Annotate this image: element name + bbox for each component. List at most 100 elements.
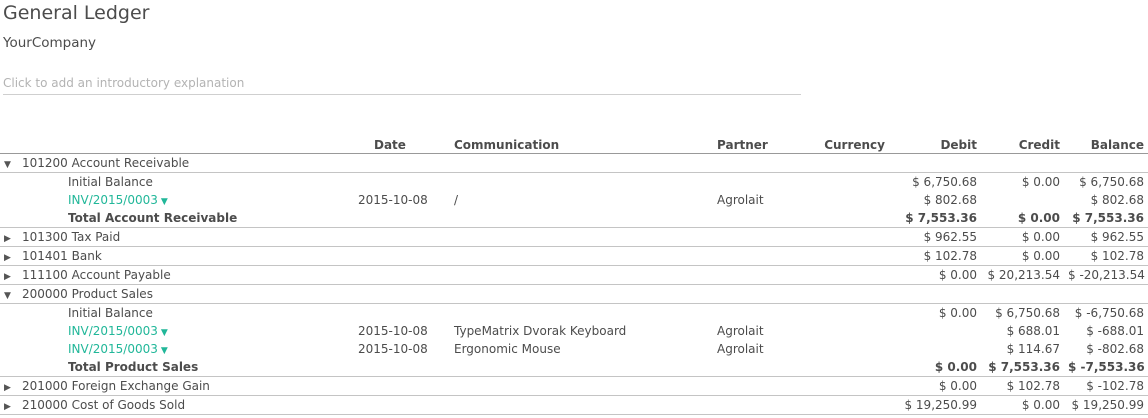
credit-cell: $ 7,553.36: [981, 358, 1064, 377]
debit-cell: $ 0.00: [938, 306, 977, 320]
account-name[interactable]: 201000 Foreign Exchange Gain: [22, 379, 210, 393]
partner-cell: Agrolait: [717, 193, 764, 207]
invoice-link[interactable]: INV/2015/0003: [68, 324, 158, 338]
caret-right-icon[interactable]: ▶: [4, 272, 22, 282]
account-name-cell[interactable]: ▼ 200000 Product Sales: [0, 284, 352, 304]
date-cell: 2015-10-08: [358, 193, 428, 207]
date-cell: [352, 376, 450, 396]
initial-balance-row: Initial Balance $ 0.00 $ 6,750.68 $ -6,750.…: [0, 304, 1148, 323]
partner-cell: [715, 209, 812, 228]
account-name-cell[interactable]: ▶ 101401 Bank: [0, 246, 352, 266]
account-name[interactable]: 101300 Tax Paid: [22, 230, 120, 244]
caret-down-icon[interactable]: ▼: [4, 160, 22, 170]
balance-cell: $ 7,553.36: [1064, 209, 1148, 228]
credit-cell: $ 0.00: [981, 395, 1064, 415]
caret-right-icon[interactable]: ▶: [4, 234, 22, 244]
line-label-text: Initial Balance: [68, 306, 153, 320]
balance-cell: $ 802.68: [1090, 193, 1144, 207]
move-line-row: INV/2015/0003 ▼ 2015-10-08 / Agrolait $ 802.6…: [0, 191, 1148, 209]
account-name[interactable]: 210000 Cost of Goods Sold: [22, 398, 185, 412]
balance-cell: $ 6,750.68: [1079, 175, 1144, 189]
credit-cell: $ 102.78: [981, 376, 1064, 396]
account-row[interactable]: ▶ 111100 Account Payable $ 0.00 $ 20,213.54…: [0, 265, 1148, 285]
debit-cell: $ 102.78: [889, 246, 981, 266]
partner-cell: [715, 304, 812, 323]
partner-cell: [715, 284, 812, 304]
partner-cell: [715, 265, 812, 285]
line-label-text: Total Account Receivable: [68, 211, 238, 225]
account-name-cell[interactable]: ▶ 201000 Foreign Exchange Gain: [0, 376, 352, 396]
currency-cell: [812, 358, 889, 377]
account-name-cell[interactable]: ▶ 101300 Tax Paid: [0, 227, 352, 247]
header-balance: Balance: [1064, 136, 1148, 154]
line-label: Initial Balance: [0, 304, 352, 323]
credit-cell: $ 0.00: [981, 246, 1064, 266]
account-row[interactable]: ▶ 101401 Bank $ 102.78 $ 0.00 $ 102.78: [0, 246, 1148, 266]
debit-cell: [889, 322, 981, 340]
account-name[interactable]: 200000 Product Sales: [22, 287, 153, 301]
line-label-text: Initial Balance: [68, 175, 153, 189]
communication-cell: [450, 358, 715, 377]
communication-cell: [450, 265, 715, 285]
move-name-cell[interactable]: INV/2015/0003 ▼: [0, 340, 352, 358]
header-credit: Credit: [981, 136, 1064, 154]
caret-right-icon[interactable]: ▶: [4, 383, 22, 393]
partner-cell: [715, 376, 812, 396]
dropdown-caret-icon[interactable]: ▼: [161, 197, 168, 207]
balance-cell: $ -6,750.68: [1074, 306, 1144, 320]
debit-cell: $ 0.00: [889, 358, 981, 377]
date-cell: [352, 153, 450, 173]
move-name-cell[interactable]: INV/2015/0003 ▼: [0, 191, 352, 209]
invoice-link[interactable]: INV/2015/0003: [68, 193, 158, 207]
communication-cell: [450, 227, 715, 247]
currency-cell: [812, 153, 889, 173]
debit-cell: $ 7,553.36: [889, 209, 981, 228]
date-cell: 2015-10-08: [358, 324, 428, 338]
invoice-link[interactable]: INV/2015/0003: [68, 342, 158, 356]
header-partner: Partner: [715, 136, 812, 154]
debit-cell: $ 962.55: [889, 227, 981, 247]
communication-cell: [450, 173, 715, 192]
account-row[interactable]: ▼ 101200 Account Receivable: [0, 153, 1148, 173]
account-row[interactable]: ▶ 101300 Tax Paid $ 962.55 $ 0.00 $ 962.55: [0, 227, 1148, 247]
credit-cell: [981, 191, 1064, 209]
intro-explanation-field[interactable]: Click to add an introductory explanation: [3, 76, 801, 95]
partner-cell: [715, 358, 812, 377]
communication-cell: Ergonomic Mouse: [454, 342, 561, 356]
communication-cell: [450, 153, 715, 173]
account-row[interactable]: ▼ 200000 Product Sales: [0, 284, 1148, 304]
caret-down-icon[interactable]: ▼: [4, 291, 22, 301]
account-name-cell[interactable]: ▼ 101200 Account Receivable: [0, 153, 352, 173]
credit-cell: $ 688.01: [1006, 324, 1060, 338]
dropdown-caret-icon[interactable]: ▼: [161, 346, 168, 356]
currency-cell: [812, 340, 889, 358]
date-cell: [352, 227, 450, 247]
communication-cell: [450, 284, 715, 304]
communication-cell: [450, 376, 715, 396]
debit-cell: $ 0.00: [889, 376, 981, 396]
debit-cell: $ 802.68: [923, 193, 977, 207]
balance-cell: $ 962.55: [1064, 227, 1148, 247]
caret-right-icon[interactable]: ▶: [4, 253, 22, 263]
move-line-row: INV/2015/0003 ▼ 2015-10-08 TypeMatrix Dvora…: [0, 322, 1148, 340]
account-name-cell[interactable]: ▶ 111100 Account Payable: [0, 265, 352, 285]
date-cell: [352, 265, 450, 285]
balance-cell: $ 102.78: [1064, 246, 1148, 266]
account-name[interactable]: 101401 Bank: [22, 249, 102, 263]
move-name-cell[interactable]: INV/2015/0003 ▼: [0, 322, 352, 340]
ledger-table: Date Communication Partner Currency Debi…: [0, 136, 1148, 415]
move-line-row: INV/2015/0003 ▼ 2015-10-08 Ergonomic Mouse A…: [0, 340, 1148, 358]
account-row[interactable]: ▶ 210000 Cost of Goods Sold $ 19,250.99 $ 0…: [0, 395, 1148, 415]
account-row[interactable]: ▶ 201000 Foreign Exchange Gain $ 0.00 $ 102…: [0, 376, 1148, 396]
credit-cell: $ 0.00: [981, 209, 1064, 228]
communication-cell: /: [454, 193, 459, 207]
date-cell: [352, 173, 450, 192]
currency-cell: [812, 322, 889, 340]
caret-right-icon[interactable]: ▶: [4, 402, 22, 412]
date-cell: [352, 209, 450, 228]
account-name-cell[interactable]: ▶ 210000 Cost of Goods Sold: [0, 395, 352, 415]
account-name[interactable]: 111100 Account Payable: [22, 268, 171, 282]
account-name[interactable]: 101200 Account Receivable: [22, 156, 189, 170]
dropdown-caret-icon[interactable]: ▼: [161, 328, 168, 338]
date-cell: [352, 395, 450, 415]
